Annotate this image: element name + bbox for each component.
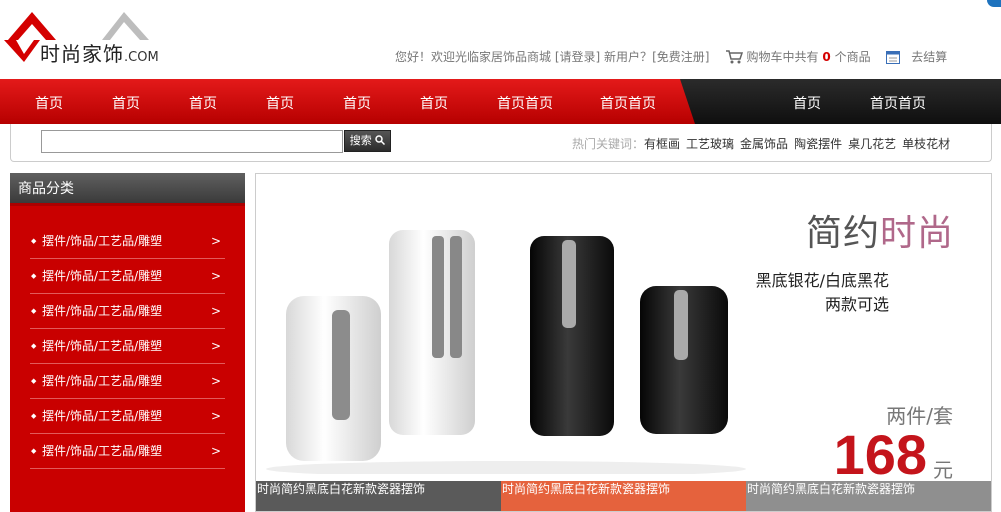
category-item[interactable]: 摆件/饰品/工艺品/雕塑 > [30, 294, 225, 329]
category-label: 摆件/饰品/工艺品/雕塑 [42, 374, 163, 388]
category-label: 摆件/饰品/工艺品/雕塑 [42, 409, 163, 423]
banner-price-unit: 元 [933, 458, 953, 482]
shopping-cart-icon[interactable] [725, 49, 743, 67]
category-label: 摆件/饰品/工艺品/雕塑 [42, 444, 163, 458]
nav-item-5[interactable]: 首页 [343, 93, 371, 113]
category-label: 摆件/饰品/工艺品/雕塑 [42, 269, 163, 283]
category-list: 摆件/饰品/工艺品/雕塑 > 摆件/饰品/工艺品/雕塑 > 摆件/饰品/工艺品/雕塑… [30, 224, 225, 469]
promo-banner[interactable]: 简约时尚 黑底银花/白底黑花 两款可选 两件/套 168 元 时尚简约黑底白花新… [255, 173, 992, 512]
banner-title: 简约时尚 [806, 204, 954, 256]
nav-item-4[interactable]: 首页 [266, 93, 294, 113]
category-sidebar: 商品分类 摆件/饰品/工艺品/雕塑 > 摆件/饰品/工艺品/雕塑 > 摆件/饰品/工… [10, 173, 245, 512]
chevron-right-icon: > [210, 269, 221, 283]
cart-prefix: 购物车中共有 [746, 50, 819, 64]
nav-item-3[interactable]: 首页 [189, 93, 217, 113]
hot-keyword[interactable]: 单枝花材 [902, 137, 950, 151]
banner-price: 168 [833, 423, 927, 486]
search-icon [375, 135, 386, 146]
chevron-right-icon: > [210, 444, 221, 458]
category-label: 摆件/饰品/工艺品/雕塑 [42, 339, 163, 353]
hot-keyword[interactable]: 工艺玻璃 [686, 137, 734, 151]
banner-thumb[interactable]: 时尚简约黑底白花新款瓷器摆饰 [746, 481, 991, 511]
hot-keywords-label: 热门关键词： [572, 137, 645, 151]
chevron-right-icon: > [210, 339, 221, 353]
chevron-right-icon: > [210, 409, 221, 423]
corner-badge [987, 0, 1001, 7]
category-item[interactable]: 摆件/饰品/工艺品/雕塑 > [30, 224, 225, 259]
main-nav: 首页 首页 首页 首页 首页 首页 首页首页 首页首页 首页 首页首页 [0, 79, 1001, 124]
login-link[interactable]: [请登录] [555, 50, 600, 64]
logo-text: 时尚家饰.COM [40, 38, 159, 67]
vase-product-image [266, 230, 746, 474]
banner-title-accent: 时尚 [879, 213, 954, 254]
banner-thumb[interactable]: 时尚简约黑底白花新款瓷器摆饰 [256, 481, 501, 511]
hot-keyword[interactable]: 桌几花艺 [848, 137, 896, 151]
search-bar: 搜索 热门关键词：有框画 工艺玻璃 金属饰品 陶瓷摆件 桌几花艺 单枝花材 [10, 124, 992, 162]
banner-subtitle-2: 两款可选 [824, 295, 889, 314]
hot-keyword[interactable]: 有框画 [644, 137, 680, 151]
sidebar-title: 商品分类 [10, 173, 245, 206]
category-item[interactable]: 摆件/饰品/工艺品/雕塑 > [30, 399, 225, 434]
category-item[interactable]: 摆件/饰品/工艺品/雕塑 > [30, 259, 225, 294]
cart-suffix: 个商品 [834, 50, 871, 64]
cart-count: 0 [822, 50, 831, 64]
search-input[interactable] [41, 130, 343, 153]
top-user-bar: 您好！欢迎光临家居饰品商城 [请登录] 新用户？[免费注册] 购物车中共有 0 … [395, 48, 947, 67]
category-label: 摆件/饰品/工艺品/雕塑 [42, 304, 163, 318]
nav-item-8[interactable]: 首页首页 [600, 93, 656, 113]
register-link[interactable]: [免费注册] [652, 50, 709, 64]
category-item[interactable]: 摆件/饰品/工艺品/雕塑 > [30, 364, 225, 399]
nav-item-6[interactable]: 首页 [420, 93, 448, 113]
hot-keyword[interactable]: 金属饰品 [740, 137, 788, 151]
nav-item-9[interactable]: 首页 [793, 93, 821, 113]
banner-subtitle: 黑底银花/白底黑花 [755, 271, 889, 290]
banner-thumb-active[interactable]: 时尚简约黑底白花新款瓷器摆饰 [501, 481, 746, 511]
banner-title-plain: 简约 [805, 213, 880, 254]
greeting-text: 您好！欢迎光临家居饰品商城 [395, 50, 552, 64]
banner-thumbnail-strip: 时尚简约黑底白花新款瓷器摆饰 时尚简约黑底白花新款瓷器摆饰 时尚简约黑底白花新款… [256, 481, 991, 511]
checkout-link[interactable]: 去结算 [911, 50, 947, 64]
nav-item-10[interactable]: 首页首页 [870, 93, 926, 113]
category-label: 摆件/饰品/工艺品/雕塑 [42, 234, 163, 248]
new-user-text: 新用户？ [604, 50, 653, 64]
checkout-icon[interactable] [885, 50, 900, 67]
nav-item-1[interactable]: 首页 [35, 93, 63, 113]
search-button[interactable]: 搜索 [344, 130, 391, 152]
nav-item-2[interactable]: 首页 [112, 93, 140, 113]
chevron-right-icon: > [210, 374, 221, 388]
nav-item-7[interactable]: 首页首页 [497, 93, 553, 113]
chevron-right-icon: > [210, 234, 221, 248]
search-button-label: 搜索 [349, 134, 372, 147]
logo-suffix: .COM [124, 50, 159, 65]
site-logo[interactable]: 时尚家饰.COM [4, 10, 174, 70]
category-item[interactable]: 摆件/饰品/工艺品/雕塑 > [30, 434, 225, 469]
logo-name: 时尚家饰 [40, 42, 124, 66]
hot-keywords: 热门关键词：有框画 工艺玻璃 金属饰品 陶瓷摆件 桌几花艺 单枝花材 [572, 135, 956, 152]
category-item[interactable]: 摆件/饰品/工艺品/雕塑 > [30, 329, 225, 364]
hot-keyword[interactable]: 陶瓷摆件 [794, 137, 842, 151]
chevron-right-icon: > [210, 304, 221, 318]
